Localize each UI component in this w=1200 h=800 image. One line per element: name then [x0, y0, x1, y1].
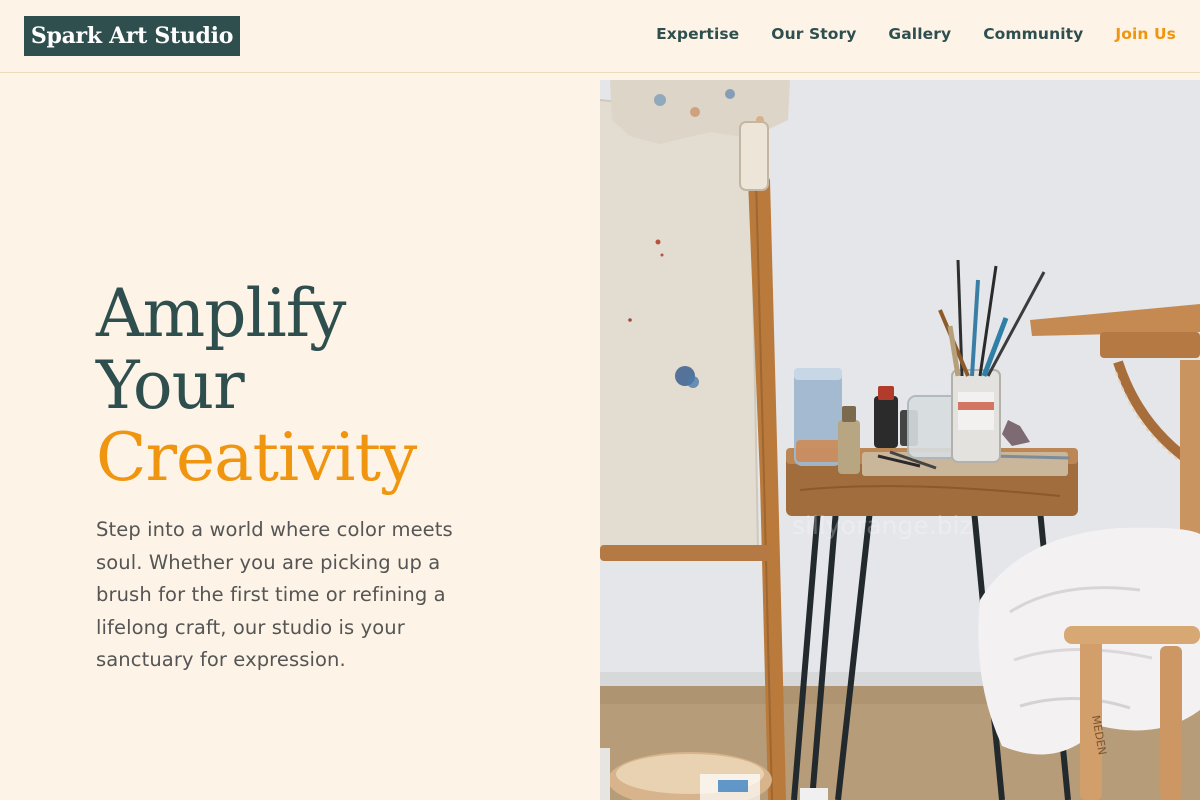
- nav-link-community[interactable]: Community: [983, 22, 1083, 46]
- watermark-text: sillyorange.biz: [792, 511, 973, 540]
- hero-description: Step into a world where color meets soul…: [96, 518, 453, 671]
- hero-title-line-2: Your: [96, 347, 245, 424]
- art-studio-photo: MEDEN sillyorange.biz: [600, 80, 1200, 800]
- nav-link-expertise[interactable]: Expertise: [656, 22, 739, 46]
- nav-link-our-story[interactable]: Our Story: [771, 22, 856, 46]
- hero-title-line-1: Amplify: [96, 275, 346, 352]
- nav-link-gallery[interactable]: Gallery: [888, 22, 951, 46]
- hero-title-line-3: Creativity: [96, 419, 417, 496]
- hero-title: Amplify Your Creativity: [96, 275, 417, 496]
- hero-image: MEDEN sillyorange.biz: [600, 80, 1200, 800]
- logo[interactable]: Spark Art Studio: [24, 16, 240, 56]
- site-header: Spark Art Studio Expertise Our Story Gal…: [0, 0, 1200, 73]
- nav-link-join-us[interactable]: Join Us: [1115, 22, 1176, 46]
- main-nav: Expertise Our Story Gallery Community Jo…: [656, 22, 1176, 46]
